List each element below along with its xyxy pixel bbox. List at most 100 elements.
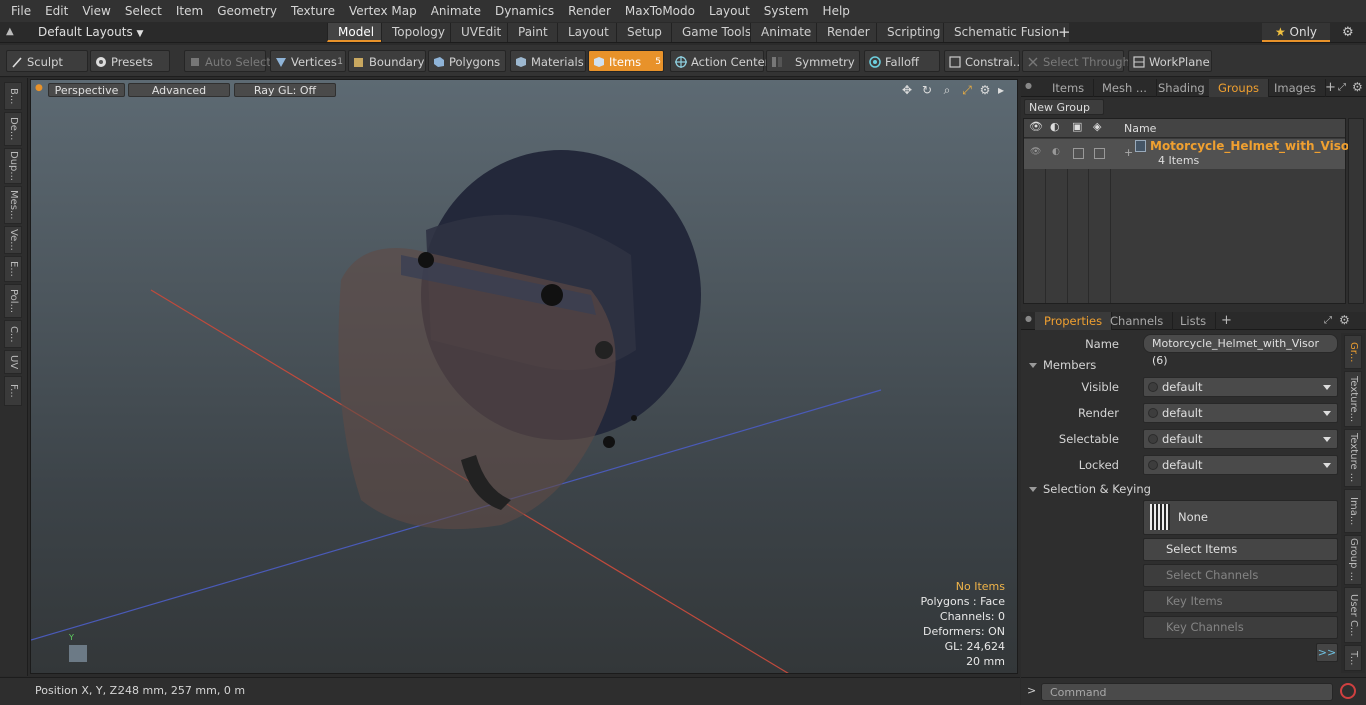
items-button[interactable]: Items 5 bbox=[588, 50, 664, 72]
render-icon[interactable]: ◐ bbox=[1050, 120, 1060, 133]
name-field[interactable]: Motorcycle_Helmet_with_Visor (6) bbox=[1143, 334, 1338, 367]
left-tab-edge[interactable]: E... bbox=[4, 256, 22, 282]
add-tab-icon[interactable]: + bbox=[1058, 23, 1071, 42]
select-items-button[interactable]: Select Items bbox=[1143, 538, 1338, 561]
vtab-image[interactable]: Ima... bbox=[1344, 489, 1362, 533]
tab-shading[interactable]: Shading bbox=[1149, 79, 1215, 97]
workplane-button[interactable]: WorkPlane bbox=[1128, 50, 1212, 72]
record-icon[interactable] bbox=[1340, 683, 1356, 699]
expand-icon[interactable]: ⤢ bbox=[1324, 312, 1332, 329]
left-tab-basic[interactable]: B... bbox=[4, 82, 22, 110]
tab-lists[interactable]: Lists bbox=[1171, 312, 1217, 330]
group-row[interactable]: 👁 ◐ + Motorcycle_Helmet_with_Visor 4 Ite… bbox=[1024, 139, 1355, 169]
selection-keying-section[interactable]: Selection & Keying bbox=[1029, 480, 1339, 498]
vertices-button[interactable]: Vertices 1 bbox=[270, 50, 346, 72]
menu-edit[interactable]: Edit bbox=[38, 0, 75, 22]
left-tab-curve[interactable]: C... bbox=[4, 320, 22, 348]
3d-viewport[interactable]: ● Perspective Advanced Ray GL: Off ✥ ↻ ⌕… bbox=[30, 79, 1018, 674]
left-tab-duplicate[interactable]: Dup... bbox=[4, 148, 22, 184]
only-button[interactable]: ★ Only bbox=[1262, 23, 1330, 42]
members-section[interactable]: Members bbox=[1029, 356, 1339, 374]
menu-texture[interactable]: Texture bbox=[284, 0, 342, 22]
tab-images[interactable]: Images bbox=[1265, 79, 1327, 97]
tab-animate[interactable]: Animate bbox=[750, 23, 822, 42]
sculpt-button[interactable]: Sculpt bbox=[6, 50, 88, 72]
more-button[interactable]: >> bbox=[1316, 643, 1338, 662]
row-eye-icon[interactable]: 👁 bbox=[1030, 147, 1041, 157]
tab-paint[interactable]: Paint bbox=[507, 23, 558, 42]
left-tab-vertex[interactable]: Ve... bbox=[4, 226, 22, 254]
tab-schematic-fusion[interactable]: Schematic Fusion bbox=[943, 23, 1070, 42]
symmetry-button[interactable]: Symmetry bbox=[766, 50, 860, 72]
tab-setup[interactable]: Setup bbox=[616, 23, 672, 42]
menu-help[interactable]: Help bbox=[816, 0, 857, 22]
command-input[interactable] bbox=[1041, 683, 1333, 701]
menu-dynamics[interactable]: Dynamics bbox=[488, 0, 561, 22]
key-items-button[interactable]: Key Items bbox=[1143, 590, 1338, 613]
new-group-button[interactable]: New Group bbox=[1024, 99, 1104, 115]
tab-topology[interactable]: Topology bbox=[381, 23, 455, 42]
left-tab-polygon[interactable]: Pol... bbox=[4, 284, 22, 318]
select-through-button[interactable]: Select Through bbox=[1022, 50, 1130, 72]
panel-gear-icon[interactable]: ⚙ bbox=[1339, 312, 1350, 329]
panel-gear-icon[interactable]: ⚙ bbox=[1352, 79, 1363, 96]
tab-model[interactable]: Model bbox=[327, 23, 385, 42]
gear-icon[interactable]: ⚙ bbox=[1342, 23, 1354, 42]
vtab-group[interactable]: Gr... bbox=[1344, 335, 1362, 369]
polygons-button[interactable]: Polygons bbox=[428, 50, 506, 72]
tab-groups[interactable]: Groups bbox=[1209, 79, 1270, 97]
left-tab-uv[interactable]: UV bbox=[4, 350, 22, 374]
auto-select-button[interactable]: Auto Select bbox=[184, 50, 271, 72]
action-center-button[interactable]: Action Center bbox=[670, 50, 769, 72]
menu-render[interactable]: Render bbox=[561, 0, 618, 22]
presets-button[interactable]: Presets bbox=[90, 50, 170, 72]
selectable-dropdown[interactable]: default bbox=[1143, 429, 1338, 449]
menu-file[interactable]: File bbox=[4, 0, 38, 22]
constraints-button[interactable]: Constrai... bbox=[944, 50, 1024, 72]
tab-layout[interactable]: Layout bbox=[557, 23, 619, 42]
menu-view[interactable]: View bbox=[75, 0, 117, 22]
tab-channels[interactable]: Channels bbox=[1101, 312, 1174, 330]
vtab-t[interactable]: T... bbox=[1344, 645, 1362, 671]
left-tab-fusion[interactable]: F... bbox=[4, 376, 22, 406]
none-button[interactable]: None bbox=[1143, 500, 1338, 535]
tab-mesh[interactable]: Mesh ... bbox=[1093, 79, 1157, 97]
render-dropdown[interactable]: default bbox=[1143, 403, 1338, 423]
menu-maxtomodo[interactable]: MaxToModo bbox=[618, 0, 702, 22]
visible-dropdown[interactable]: default bbox=[1143, 377, 1338, 397]
menu-select[interactable]: Select bbox=[118, 0, 169, 22]
add-tab-icon[interactable]: + bbox=[1221, 312, 1232, 329]
menu-system[interactable]: System bbox=[757, 0, 816, 22]
expand-plus-icon[interactable]: + bbox=[1124, 146, 1133, 159]
menu-vertex-map[interactable]: Vertex Map bbox=[342, 0, 424, 22]
menu-layout[interactable]: Layout bbox=[702, 0, 757, 22]
layout-selector[interactable]: Default Layouts ▼ bbox=[38, 24, 143, 41]
layout-toggle-icon[interactable]: ▲ bbox=[6, 26, 18, 38]
panel-dot-icon[interactable]: ● bbox=[1025, 314, 1032, 323]
vtab-group-2[interactable]: Group ... bbox=[1344, 535, 1362, 585]
materials-button[interactable]: Materials bbox=[510, 50, 586, 72]
tab-uvedit[interactable]: UVEdit bbox=[450, 23, 512, 42]
tab-items[interactable]: Items bbox=[1043, 79, 1095, 97]
add-tab-icon[interactable]: + bbox=[1325, 79, 1336, 96]
menu-item[interactable]: Item bbox=[169, 0, 210, 22]
menu-animate[interactable]: Animate bbox=[424, 0, 488, 22]
key-channels-button[interactable]: Key Channels bbox=[1143, 616, 1338, 639]
visibility-eye-icon[interactable]: 👁 bbox=[1029, 120, 1043, 133]
tab-scripting[interactable]: Scripting bbox=[876, 23, 951, 42]
select-icon[interactable]: ◈ bbox=[1093, 120, 1101, 133]
menu-geometry[interactable]: Geometry bbox=[210, 0, 284, 22]
panel-dot-icon[interactable]: ● bbox=[1025, 81, 1032, 90]
group-list-scrollbar[interactable] bbox=[1348, 118, 1364, 304]
vtab-texture-1[interactable]: Texture... bbox=[1344, 371, 1362, 427]
vtab-texture-2[interactable]: Texture ... bbox=[1344, 429, 1362, 487]
left-tab-deform[interactable]: De... bbox=[4, 112, 22, 146]
falloff-button[interactable]: Falloff bbox=[864, 50, 940, 72]
lock-icon[interactable]: ▣ bbox=[1072, 120, 1082, 133]
vtab-user-channels[interactable]: User C... bbox=[1344, 587, 1362, 643]
expand-icon[interactable]: ⤢ bbox=[1338, 79, 1346, 96]
select-channels-button[interactable]: Select Channels bbox=[1143, 564, 1338, 587]
row-render-icon[interactable]: ◐ bbox=[1052, 147, 1060, 157]
locked-dropdown[interactable]: default bbox=[1143, 455, 1338, 475]
row-checkbox-2[interactable] bbox=[1094, 148, 1105, 159]
